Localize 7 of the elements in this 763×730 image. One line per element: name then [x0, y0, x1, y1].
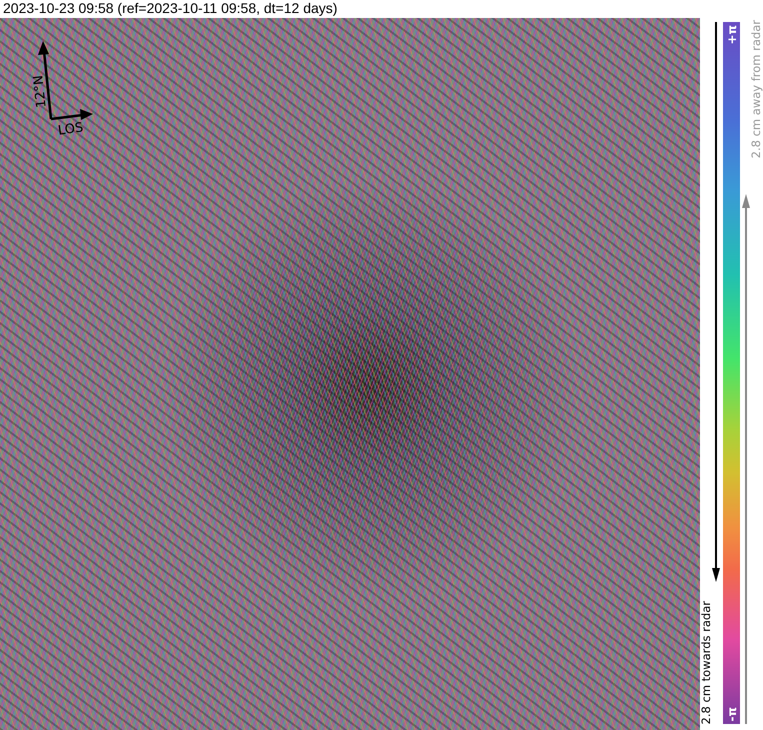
los-label: LOS: [57, 120, 84, 139]
figure-title: 2023-10-23 09:58 (ref=2023-10-11 09:58, dt=12 days): [2, 0, 338, 18]
north-label: 12°N: [31, 74, 50, 109]
towards-radar-label: 2.8 cm towards radar: [701, 600, 712, 724]
minus-pi-label: -π: [724, 706, 738, 723]
away-from-radar-label: 2.8 cm away from radar: [751, 20, 763, 158]
plus-pi-label: +π: [724, 24, 738, 47]
